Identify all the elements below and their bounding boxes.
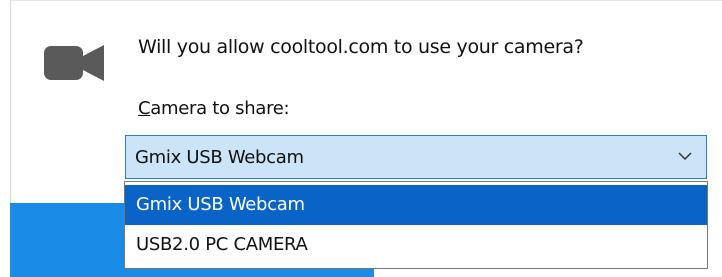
camera-select-dropdown[interactable]: Gmix USB Webcam (125, 135, 707, 179)
camera-option-usb2-pc-camera[interactable]: USB2.0 PC CAMERA (125, 225, 707, 265)
camera-label-text: amera to share: (150, 98, 290, 119)
video-camera-icon (44, 45, 104, 81)
camera-options-list: Gmix USB Webcam USB2.0 PC CAMERA (124, 181, 708, 269)
camera-to-share-label: Camera to share: (138, 98, 290, 119)
chevron-down-icon (678, 152, 692, 161)
camera-option-gmix-usb-webcam[interactable]: Gmix USB Webcam (125, 185, 707, 225)
camera-label-accesskey: C (138, 98, 151, 119)
camera-select-value: Gmix USB Webcam (135, 147, 304, 168)
permission-prompt-window: Will you allow cooltool.com to use your … (0, 0, 722, 277)
permission-prompt-text: Will you allow cooltool.com to use your … (138, 36, 584, 58)
